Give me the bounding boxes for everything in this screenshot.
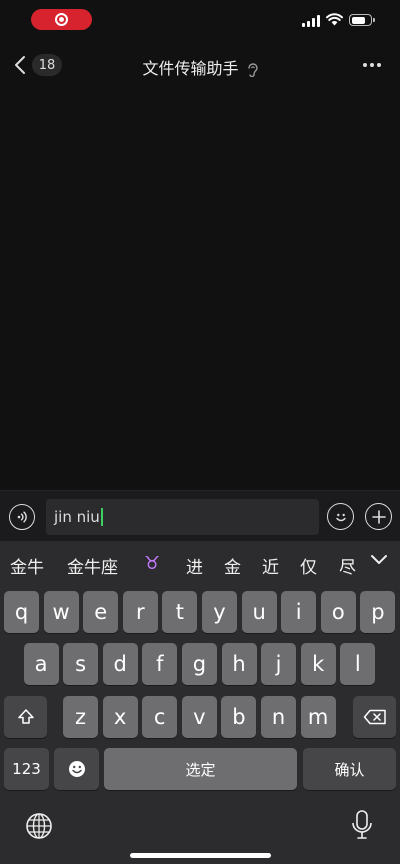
key-p[interactable]: p (360, 591, 396, 633)
wifi-icon (326, 13, 343, 26)
numbers-key[interactable]: 123 (4, 748, 49, 790)
home-indicator (130, 853, 271, 858)
key-w[interactable]: w (43, 591, 79, 633)
text-caret (100, 508, 103, 526)
chat-message-area[interactable] (0, 86, 400, 490)
key-j[interactable]: j (261, 643, 297, 685)
key-z[interactable]: z (63, 696, 98, 738)
candidate-item[interactable]: 进 (186, 553, 203, 578)
backspace-icon (363, 709, 386, 725)
earpiece-mode-icon (247, 62, 258, 77)
voice-input-button[interactable] (9, 504, 35, 530)
page-title: 文件传输助手 (142, 59, 239, 78)
key-m[interactable]: m (300, 696, 336, 738)
more-options-button[interactable] (360, 54, 384, 76)
voice-icon (17, 511, 27, 523)
candidate-item[interactable]: 金牛座 (67, 553, 118, 578)
chat-title-area: 文件传输助手 (0, 55, 400, 79)
candidate-item[interactable]: 仅 (300, 553, 317, 578)
key-v[interactable]: v (181, 696, 217, 738)
key-g[interactable]: g (181, 643, 217, 685)
key-o[interactable]: o (320, 591, 356, 633)
expand-candidates-icon[interactable] (369, 553, 389, 567)
emoji-button[interactable] (327, 503, 354, 530)
smiley-icon (335, 513, 346, 521)
key-k[interactable]: k (300, 643, 336, 685)
key-h[interactable]: h (221, 643, 257, 685)
candidate-item[interactable]: ♉ (144, 553, 160, 574)
key-t[interactable]: t (162, 591, 198, 633)
key-c[interactable]: c (142, 696, 178, 738)
plus-icon (371, 509, 386, 524)
candidate-item[interactable]: 尽 (339, 553, 356, 578)
candidate-item[interactable]: 金牛 (10, 553, 44, 578)
globe-icon[interactable] (24, 811, 54, 841)
key-x[interactable]: x (102, 696, 138, 738)
key-n[interactable]: n (261, 696, 296, 738)
shift-icon (17, 709, 34, 724)
composing-text: jin niu (54, 508, 100, 526)
space-key[interactable]: 选定 (104, 748, 297, 790)
emoji-keyboard-key[interactable] (54, 748, 99, 790)
key-r[interactable]: r (122, 591, 158, 633)
battery-icon (349, 14, 375, 26)
cellular-signal-icon (302, 15, 320, 27)
emoji-face-icon (68, 761, 85, 777)
key-q[interactable]: q (4, 591, 39, 633)
chat-header: 18 文件传输助手 (0, 44, 400, 86)
delete-key[interactable] (353, 696, 396, 738)
candidate-bar: 金牛 金牛座 ♉ 进金近仅尽 (0, 541, 400, 585)
key-s[interactable]: s (63, 643, 99, 685)
screen-recording-indicator[interactable] (31, 9, 92, 30)
key-e[interactable]: e (83, 591, 119, 633)
key-u[interactable]: u (241, 591, 277, 633)
more-actions-button[interactable] (365, 503, 392, 530)
pinyin-keyboard: 金牛 金牛座 ♉ 进金近仅尽 qwertyuiop asdfghjkl zxcvbnm 1… (0, 541, 400, 864)
key-d[interactable]: d (102, 643, 138, 685)
key-i[interactable]: i (281, 591, 317, 633)
key-a[interactable]: a (23, 643, 59, 685)
candidate-item[interactable]: 近 (262, 553, 279, 578)
key-l[interactable]: l (340, 643, 376, 685)
key-f[interactable]: f (142, 643, 178, 685)
candidate-item[interactable]: 金 (224, 553, 241, 578)
status-bar (0, 0, 400, 44)
shift-key[interactable] (4, 696, 47, 738)
key-b[interactable]: b (221, 696, 257, 738)
key-y[interactable]: y (202, 591, 237, 633)
confirm-key[interactable]: 确认 (303, 748, 396, 790)
microphone-icon[interactable] (350, 809, 374, 841)
message-input-bar: jin niu (0, 490, 400, 541)
message-text-input[interactable]: jin niu (46, 499, 319, 535)
record-icon (55, 13, 68, 26)
